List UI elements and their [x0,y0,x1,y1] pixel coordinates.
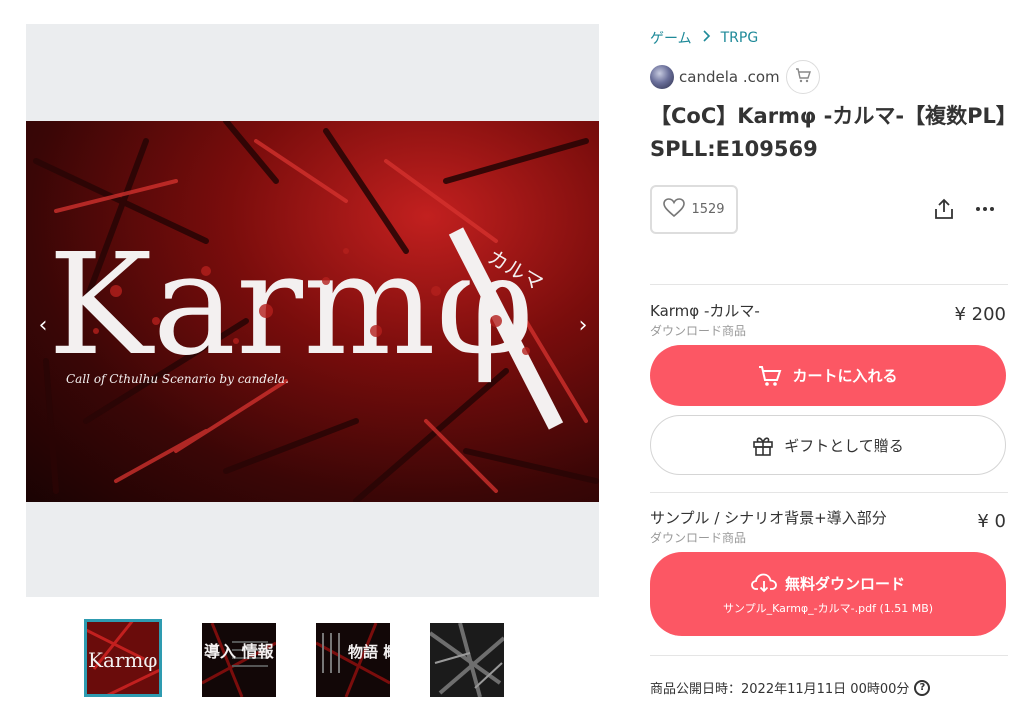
shop-cart-button[interactable] [785,60,820,94]
published-date: 商品公開日時：2022年11月11日 00時00分 ? [650,678,931,697]
variant-name: サンプル / シナリオ背景+導入部分 [650,509,887,527]
gift-button[interactable]: ギフトとして贈る [650,415,1006,475]
product-main-image[interactable]: Karmφ カルマ Call of Cthulhu Scenario by ca… [26,121,599,502]
variant-item-sample: サンプル / シナリオ背景+導入部分 ダウンロード商品 ¥ 0 [650,507,1008,546]
product-title: 【CoC】Karmφ -カルマ-【複数PL】SPLL:E109569 [650,104,1007,161]
chevron-left-icon[interactable]: ‹ [28,311,58,341]
divider [650,655,1008,656]
shop-info: candela .com [650,60,820,94]
shop-avatar[interactable] [650,65,674,89]
breadcrumb-category[interactable]: ゲーム [650,28,692,48]
thumbnail-1-caption: Karmφ [88,648,157,672]
chevron-right-icon[interactable]: › [568,311,598,341]
add-to-cart-button[interactable]: カートに入れる [650,345,1006,406]
add-to-cart-label: カートに入れる [792,367,898,385]
hero-subtitle: Call of Cthulhu Scenario by candela. [66,372,289,386]
thumbnail-2[interactable]: 導入 情報 [202,623,276,697]
gift-icon [752,434,774,456]
thumbnail-3-caption: 物語 概要 [348,643,390,661]
free-download-label: 無料ダウンロード [784,574,905,593]
variant-type: ダウンロード商品 [650,531,747,545]
thumbnail-2-caption: 導入 情報 [204,642,275,661]
variant-price: ¥ 200 [954,304,1006,325]
divider [650,284,1008,285]
hero-artwork: Karmφ カルマ Call of Cthulhu Scenario by ca… [33,121,599,502]
variant-price: ¥ 0 [977,511,1006,532]
like-count: 1529 [691,202,725,217]
cart-icon [795,67,811,87]
chevron-right-icon [702,30,711,46]
help-icon[interactable]: ? [914,679,931,696]
thumbnail-3[interactable]: 物語 概要 [316,623,390,697]
cloud-download-icon [751,573,777,593]
shop-name[interactable]: candela .com [679,68,780,86]
heart-icon [663,197,686,222]
gift-label: ギフトとして贈る [784,436,904,455]
variant-item-main: Karmφ -カルマ- ダウンロード商品 ¥ 200 [650,300,1008,339]
product-info-panel: ゲーム TRPG candela .com 【CoC】Karmφ -カルマ-【複… [650,0,1008,703]
breadcrumb-subcategory[interactable]: TRPG [721,30,759,46]
product-image-gallery: Karmφ カルマ Call of Cthulhu Scenario by ca… [26,24,599,597]
like-button[interactable]: 1529 [650,185,738,234]
cart-icon [758,365,782,387]
more-options-icon[interactable] [973,197,997,221]
divider [650,492,1008,493]
share-icon[interactable] [932,197,956,221]
published-text: 商品公開日時：2022年11月11日 00時00分 [650,682,910,697]
free-download-button[interactable]: 無料ダウンロード サンプル_Karmφ_-カルマ-.pdf (1.51 MB) [650,552,1006,636]
download-file-name: サンプル_Karmφ_-カルマ-.pdf (1.51 MB) [722,601,934,615]
thumbnail-4[interactable] [430,623,504,697]
thumbnail-1[interactable]: Karmφ [84,619,162,697]
breadcrumb: ゲーム TRPG [650,28,758,48]
